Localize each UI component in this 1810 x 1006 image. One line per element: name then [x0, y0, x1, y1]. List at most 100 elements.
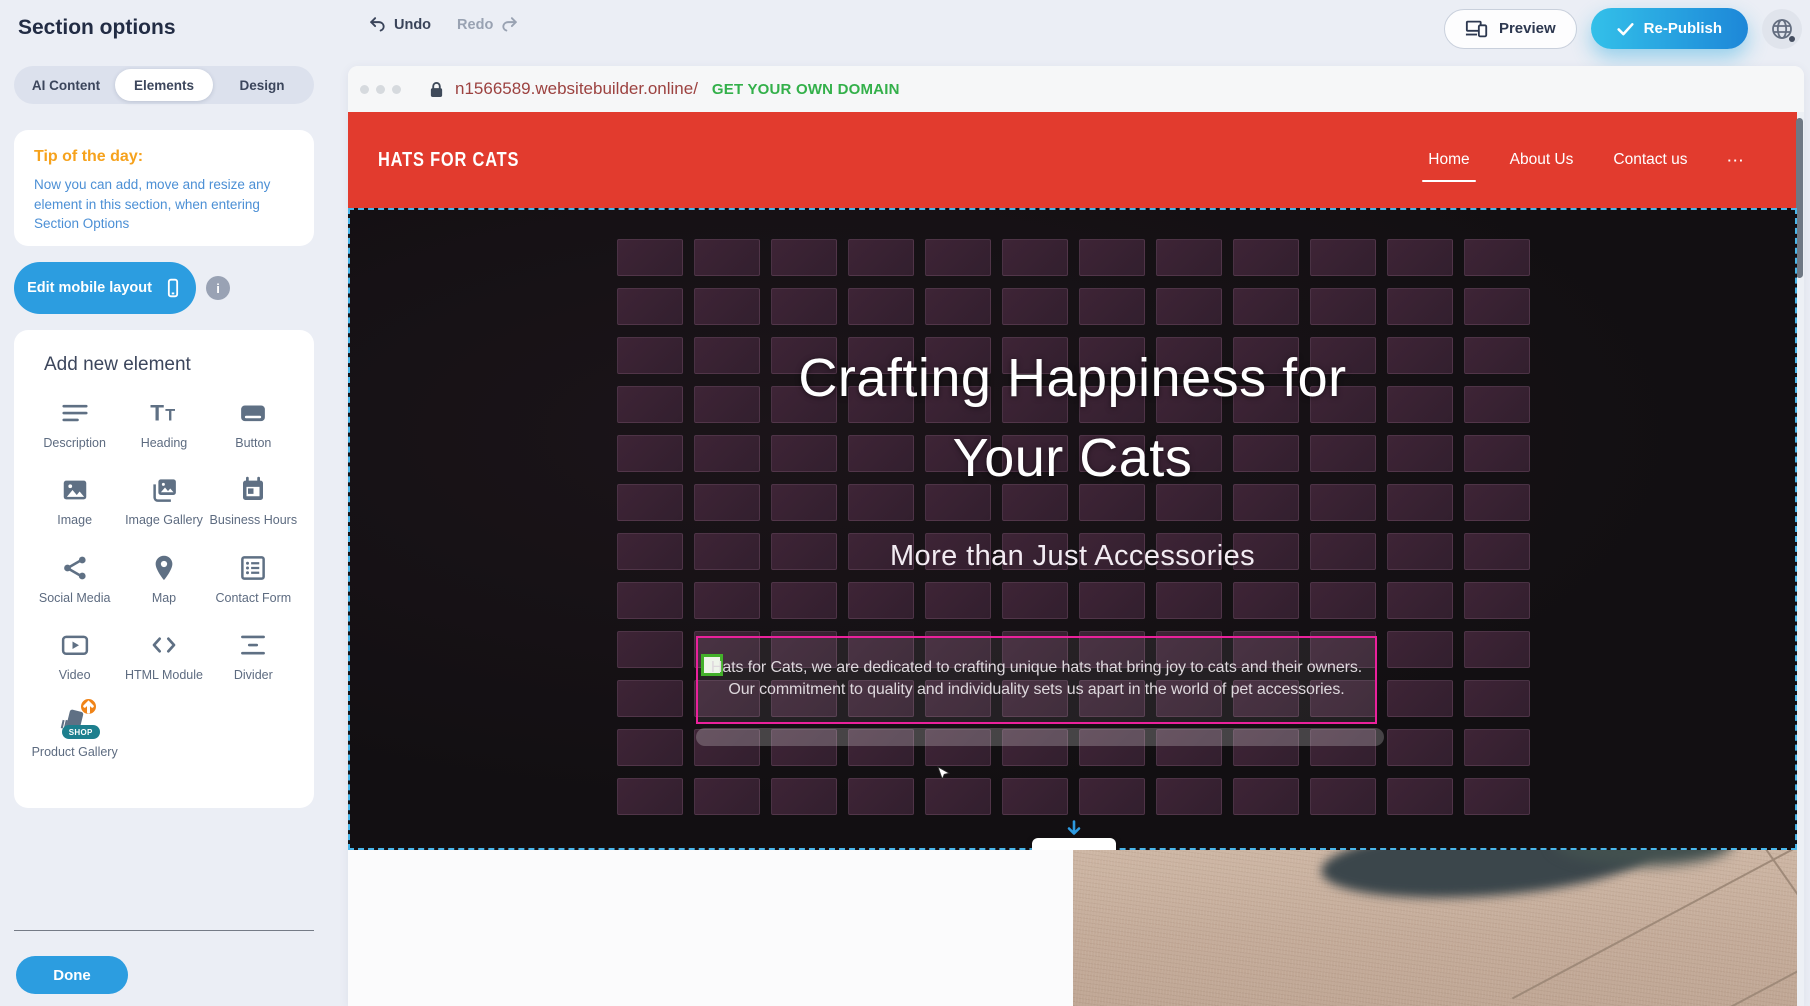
redo-icon — [500, 15, 519, 34]
republish-button[interactable]: Re-Publish — [1591, 8, 1748, 49]
image-icon — [60, 475, 90, 505]
tab-elements[interactable]: Elements — [115, 69, 213, 101]
redo-label: Redo — [457, 17, 493, 33]
element-contact-form[interactable]: Contact Form — [209, 553, 297, 606]
hero-tile — [1156, 778, 1222, 815]
hero-tile — [771, 239, 837, 276]
preview-button[interactable]: Preview — [1444, 9, 1577, 49]
add-element-panel: Add new element Description TT Heading B… — [14, 330, 314, 808]
hero-tile — [694, 239, 760, 276]
preview-scrollbar-thumb[interactable] — [1796, 118, 1803, 278]
site-nav: Home About Us Contact us ··· — [1428, 151, 1745, 169]
hero-tile — [1464, 582, 1530, 619]
hero-tile — [1156, 239, 1222, 276]
element-image-gallery[interactable]: Image Gallery — [120, 475, 208, 528]
hero-tile — [1079, 288, 1145, 325]
hero-tile — [771, 288, 837, 325]
hero-tile — [1002, 288, 1068, 325]
hero-tile — [1233, 288, 1299, 325]
nav-contact-us[interactable]: Contact us — [1613, 151, 1687, 169]
element-map[interactable]: Map — [120, 553, 208, 606]
hero-tile — [848, 778, 914, 815]
get-your-own-domain-link[interactable]: GET YOUR OWN DOMAIN — [712, 81, 900, 98]
site-url: n1566589.websitebuilder.online/ — [455, 79, 698, 99]
social-media-icon — [60, 553, 90, 583]
done-button[interactable]: Done — [16, 956, 128, 994]
globe-icon — [1770, 17, 1794, 41]
html-module-icon — [149, 630, 179, 660]
edit-mobile-label: Edit mobile layout — [27, 280, 152, 296]
republish-label: Re-Publish — [1644, 20, 1722, 37]
lock-icon — [429, 81, 444, 98]
nav-about-us[interactable]: About Us — [1510, 151, 1574, 169]
mouse-cursor-icon — [937, 766, 950, 782]
tip-title: Tip of the day: — [34, 148, 294, 166]
hero-tile — [1387, 680, 1453, 717]
undo-icon — [368, 15, 387, 34]
address-bar[interactable]: n1566589.websitebuilder.online/ — [429, 79, 698, 99]
element-divider[interactable]: Divider — [209, 630, 297, 683]
drop-zone-highlight — [696, 728, 1384, 746]
element-video[interactable]: Video — [31, 630, 119, 683]
business-hours-icon — [238, 475, 268, 505]
element-html-module[interactable]: HTML Module — [120, 630, 208, 683]
tab-ai-content[interactable]: AI Content — [17, 69, 115, 101]
site-logo[interactable]: HATS FOR CATS — [378, 149, 519, 172]
next-section-background — [348, 850, 1073, 1006]
hero-section-selected[interactable]: Crafting Happiness for Your Cats More th… — [348, 208, 1797, 850]
hero-tile — [1387, 288, 1453, 325]
undo-button[interactable]: Undo — [368, 15, 431, 34]
hero-tile — [925, 288, 991, 325]
element-product-gallery[interactable]: SHOP Product Gallery — [31, 707, 119, 760]
nav-more[interactable]: ··· — [1728, 153, 1746, 168]
hero-tile — [925, 582, 991, 619]
edit-mobile-layout-button[interactable]: Edit mobile layout — [14, 262, 196, 314]
hero-tile — [1079, 778, 1145, 815]
hero-tile — [771, 778, 837, 815]
element-business-hours[interactable]: Business Hours — [209, 475, 297, 528]
hero-tile — [1156, 288, 1222, 325]
hero-tile — [1464, 778, 1530, 815]
preview-label: Preview — [1499, 20, 1556, 37]
element-image[interactable]: Image — [31, 475, 119, 528]
description-icon — [60, 398, 90, 428]
tab-design[interactable]: Design — [213, 69, 311, 101]
hero-tile — [617, 239, 683, 276]
hero-subheading: More than Just Accessories — [350, 540, 1795, 573]
tip-body: Now you can add, move and resize any ele… — [34, 175, 294, 234]
sidebar-divider — [14, 930, 314, 931]
hero-tile — [1233, 239, 1299, 276]
site-header: HATS FOR CATS Home About Us Contact us ·… — [348, 112, 1797, 208]
redo-button[interactable]: Redo — [457, 15, 519, 34]
hero-tile — [1464, 288, 1530, 325]
hero-tile — [848, 582, 914, 619]
element-button[interactable]: Button — [209, 398, 297, 451]
language-globe-button[interactable] — [1762, 9, 1802, 49]
button-icon — [238, 398, 268, 428]
info-icon[interactable]: i — [206, 276, 230, 300]
arrow-down-icon — [1067, 820, 1082, 837]
hero-tile — [1464, 239, 1530, 276]
element-description[interactable]: Description — [31, 398, 119, 451]
element-social-media[interactable]: Social Media — [31, 553, 119, 606]
hero-tile — [1002, 778, 1068, 815]
hero-tile — [617, 288, 683, 325]
site-preview-window: n1566589.websitebuilder.online/ GET YOUR… — [348, 66, 1804, 1006]
devices-icon — [1465, 19, 1489, 39]
hero-tile — [1002, 582, 1068, 619]
element-heading[interactable]: TT Heading — [120, 398, 208, 451]
selected-text-element[interactable]: Hats for Cats, we are dedicated to craft… — [696, 636, 1377, 724]
hero-tile — [1464, 631, 1530, 668]
nav-home[interactable]: Home — [1428, 151, 1469, 169]
hero-tile — [848, 239, 914, 276]
browser-window-dots — [360, 85, 401, 94]
shop-badge: SHOP — [62, 725, 100, 739]
hero-tile — [1387, 631, 1453, 668]
hero-tile — [617, 631, 683, 668]
hero-tile — [1079, 582, 1145, 619]
hero-tile — [1079, 239, 1145, 276]
hero-tile — [617, 680, 683, 717]
video-icon — [60, 630, 90, 660]
svg-text:T: T — [165, 407, 175, 425]
hero-tile — [771, 582, 837, 619]
